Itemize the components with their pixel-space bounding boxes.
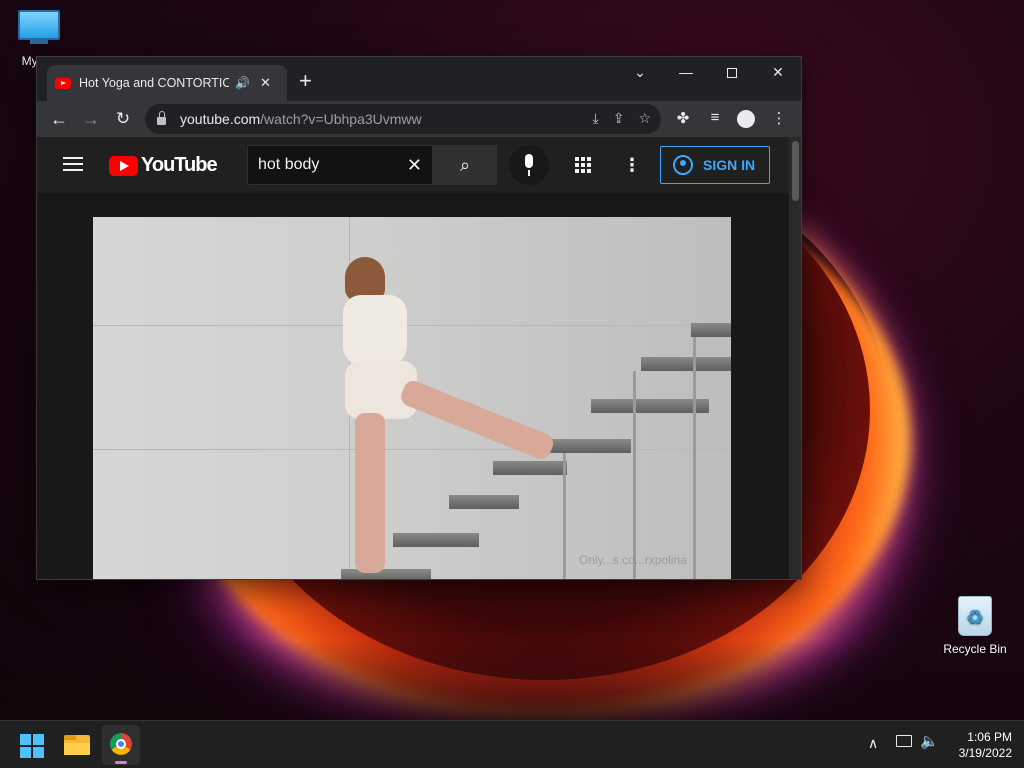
tab-close-icon[interactable]: ✕ [260,75,271,91]
address-bar[interactable]: youtube.com/watch?v=Ubhpa3Uvmww ⤓ ⇪ ☆ [145,104,661,134]
start-logo-tile [20,734,31,745]
search-input[interactable] [258,146,398,184]
stair-step [341,569,431,579]
chrome-icon-center [116,739,126,749]
stair-support [693,337,696,579]
maximize-icon [727,68,737,79]
sign-in-button[interactable]: SIGN IN [660,146,770,184]
lock-icon[interactable] [157,111,166,125]
page-scrollbar[interactable] [789,137,801,579]
clock-time: 1:06 PM [967,730,1012,744]
close-window-button[interactable]: ✕ [755,57,801,87]
youtube-play-icon [109,155,138,176]
chrome-menu-icon[interactable]: ⋮ [769,109,789,127]
microphone-icon [525,154,533,168]
desktop-icon-recycle-bin[interactable]: Recycle Bin [940,596,1010,656]
new-tab-button[interactable]: + [299,69,312,93]
url-path: /watch?v=Ubhpa3Uvmww [260,111,422,127]
url-domain: youtube.com [180,111,261,127]
youtube-header: YouTube ✕ ⌕ ⋮ SIGN IN [37,137,789,193]
forward-arrow-icon[interactable]: → [77,105,105,133]
monitor-stand [30,40,48,44]
windows-start-icon[interactable] [20,734,44,758]
youtube-logo-text: YouTube [141,154,218,176]
stair-step [393,533,479,547]
account-circle-icon [673,155,693,175]
tab-title: Hot Yoga and CONTORTION. [79,76,229,90]
voice-search-button[interactable] [509,145,549,185]
search-box: ✕ [247,145,433,185]
wallpaper-fade [0,640,1024,720]
stair-step [691,323,731,337]
sign-in-label: SIGN IN [703,157,756,173]
youtube-logo[interactable]: YouTube [109,154,218,177]
start-logo-tile [20,747,31,758]
desktop-icon-label: Recycle Bin [943,642,1007,656]
folder-tab [64,735,76,740]
youtube-favicon-icon [55,77,71,89]
apps-grid-icon[interactable] [575,157,591,173]
tab-search-chevron-icon[interactable]: ⌄ [617,57,663,87]
browser-tab[interactable]: Hot Yoga and CONTORTION. 🔊 ✕ [47,65,287,101]
volume-icon[interactable]: 🔈 [920,732,939,750]
stair-step [591,399,709,413]
back-arrow-icon[interactable]: ← [45,105,73,133]
stair-step [641,357,731,371]
folder-front [64,743,90,755]
maximize-button[interactable] [709,57,755,87]
page-viewport: YouTube ✕ ⌕ ⋮ SIGN IN [37,137,789,579]
url-text[interactable]: youtube.com/watch?v=Ubhpa3Uvmww [180,111,422,127]
hamburger-menu-icon[interactable] [63,157,83,171]
video-watermark: Only...s.co...rxpolina [579,553,687,567]
stair-step [547,439,631,453]
settings-kebab-icon[interactable]: ⋮ [623,155,641,175]
stair-support [563,453,566,579]
share-icon[interactable]: ⇪ [613,110,625,127]
profile-avatar-icon[interactable] [737,110,755,128]
omnibox-actions: ⤓ ⇪ ☆ [593,110,652,127]
active-indicator [115,761,127,764]
search-button[interactable]: ⌕ [433,145,497,185]
reload-icon[interactable]: ↻ [109,105,137,133]
stair-step [493,461,567,475]
browser-toolbar: ← → ↻ youtube.com/watch?v=Ubhpa3Uvmww ⤓ … [37,101,801,137]
tab-strip: Hot Yoga and CONTORTION. 🔊 ✕ + ⌄ — ✕ [37,57,801,101]
stair-support [633,371,636,579]
taskbar: ∧ 🔈 1:06 PM 3/19/2022 [0,720,1024,768]
wall-seam [93,325,731,326]
extensions-puzzle-icon[interactable]: ✤ [673,109,693,127]
file-explorer-icon[interactable] [64,735,90,755]
browser-window: Hot Yoga and CONTORTION. 🔊 ✕ + ⌄ — ✕ ← →… [36,56,802,580]
monitor-icon [18,10,60,40]
install-app-icon[interactable]: ⤓ [593,110,599,127]
chrome-icon [110,733,132,755]
minimize-button[interactable]: — [663,57,709,87]
start-logo-tile [33,747,44,758]
scroll-thumb[interactable] [792,141,799,201]
figure-top [343,295,407,365]
clear-search-icon[interactable]: ✕ [407,155,422,176]
chrome-taskbar-button[interactable] [102,725,140,765]
clock[interactable]: 1:06 PM 3/19/2022 [946,729,1012,761]
network-icon[interactable] [896,735,912,747]
microphone-stem [528,170,530,176]
recycle-bin-icon [958,596,992,636]
media-control-icon[interactable]: ≡ [705,109,725,126]
clock-date: 3/19/2022 [958,746,1012,760]
start-logo-tile [33,734,44,745]
chevron-up-icon[interactable]: ∧ [868,735,878,752]
video-player[interactable]: Only...s.co...rxpolina [93,217,731,579]
bookmark-star-icon[interactable]: ☆ [638,110,651,127]
stair-step [449,495,519,509]
figure-leg [355,413,385,573]
speaker-icon[interactable]: 🔊 [235,76,250,90]
